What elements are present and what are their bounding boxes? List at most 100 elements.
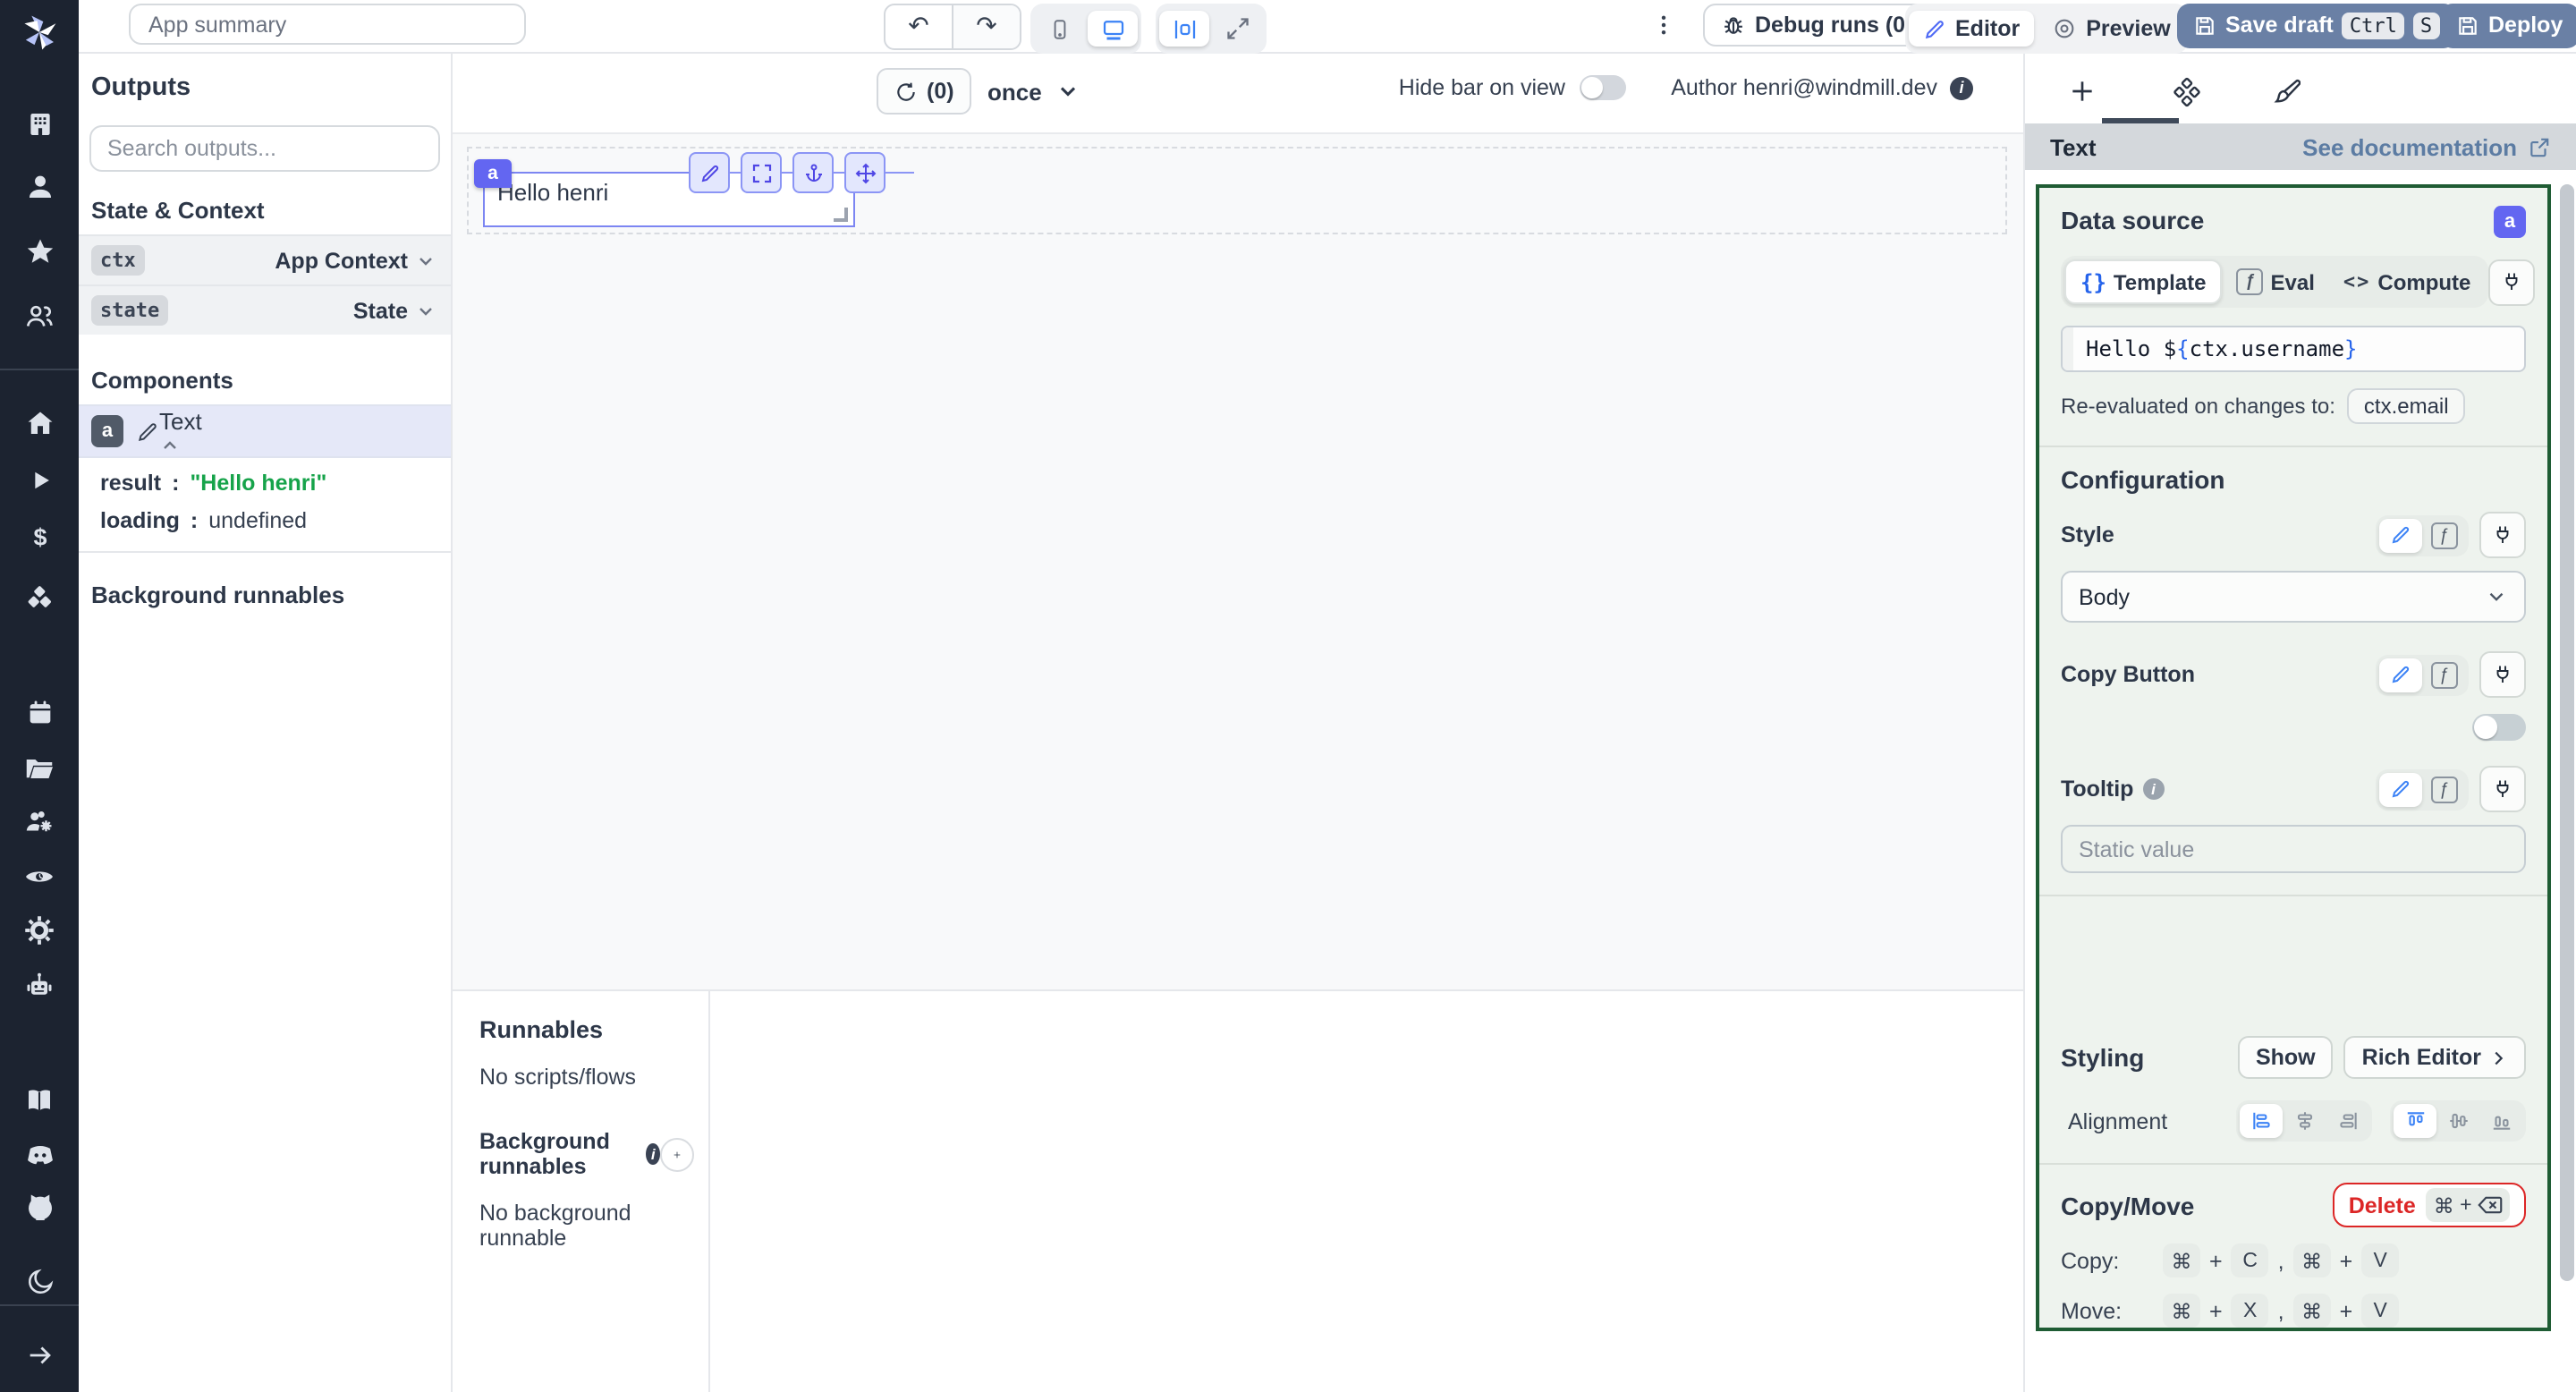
canvas-grid[interactable]: Hello henri a xyxy=(451,132,2023,938)
windmill-app-editor: $ App summary ↶ ↷ Debug runs (0) Editor … xyxy=(0,0,2576,1392)
cmd-key: ⌘ xyxy=(2163,1294,2200,1328)
hide-bar-toggle[interactable] xyxy=(1580,75,1626,100)
connect-plug-icon[interactable] xyxy=(2488,259,2536,305)
info-icon[interactable]: i xyxy=(646,1143,660,1165)
refresh-runs-button[interactable]: (0) xyxy=(877,68,972,115)
redo-button[interactable]: ↷ xyxy=(952,5,1020,48)
sidebar-divider xyxy=(0,369,79,370)
groups-settings-icon[interactable] xyxy=(0,805,79,837)
anchor-icon[interactable] xyxy=(792,152,834,193)
add-background-runnable-button[interactable] xyxy=(660,1137,694,1171)
eval-function-icon[interactable]: ƒ xyxy=(2422,658,2465,692)
mobile-view-button[interactable] xyxy=(1034,11,1084,47)
center-content-button[interactable] xyxy=(1159,11,1209,47)
schedules-calendar-icon[interactable] xyxy=(0,698,79,728)
align-middle-icon[interactable] xyxy=(2436,1104,2479,1138)
discord-icon[interactable] xyxy=(0,1138,79,1172)
connect-plug-icon[interactable] xyxy=(2479,512,2526,558)
star-icon[interactable] xyxy=(0,236,79,267)
info-icon[interactable]: i xyxy=(2142,778,2165,800)
background-empty-text: No background runnable xyxy=(479,1201,631,1251)
play-runs-icon[interactable] xyxy=(0,465,79,496)
docs-book-icon[interactable] xyxy=(0,1084,79,1116)
connect-plug-icon[interactable] xyxy=(2479,651,2526,698)
desktop-view-button[interactable] xyxy=(1088,11,1138,47)
align-bottom-icon[interactable] xyxy=(2479,1104,2522,1138)
template-editor[interactable]: Hello ${ctx.username} xyxy=(2061,326,2526,372)
tab-global-styling-icon[interactable] xyxy=(2247,68,2326,115)
align-top-icon[interactable] xyxy=(2394,1104,2436,1138)
edit-id-pencil-icon[interactable] xyxy=(136,420,159,443)
static-pencil-icon[interactable] xyxy=(2379,772,2422,806)
tab-insert-plus-icon[interactable] xyxy=(2043,68,2122,115)
prop-loading-row[interactable]: loading : undefined xyxy=(100,508,451,533)
deploy-button[interactable]: Deploy xyxy=(2440,3,2576,47)
static-pencil-icon[interactable] xyxy=(2379,658,2422,692)
github-icon[interactable] xyxy=(0,1190,79,1224)
reeval-target-chip[interactable]: ctx.email xyxy=(2347,388,2465,424)
tooltip-input[interactable] xyxy=(2061,825,2526,873)
tab-template[interactable]: {} Template xyxy=(2064,259,2223,304)
copy-button-toggle[interactable] xyxy=(2472,714,2526,741)
eval-function-icon[interactable]: ƒ xyxy=(2422,518,2465,552)
expand-sidebar-arrow-icon[interactable] xyxy=(0,1340,79,1371)
windmill-logo-icon[interactable] xyxy=(0,9,79,55)
user-icon[interactable] xyxy=(0,172,79,202)
more-options-kebab-icon[interactable] xyxy=(1649,4,1678,47)
c-key: C xyxy=(2231,1243,2269,1277)
style-select[interactable]: Body xyxy=(2061,571,2526,623)
component-row-a[interactable]: a Text xyxy=(79,404,451,458)
user-group-icon[interactable] xyxy=(0,301,79,333)
workspace-building-icon[interactable] xyxy=(0,109,79,140)
prop-value: undefined xyxy=(208,508,308,533)
app-summary-input[interactable] xyxy=(129,4,526,45)
edit-pencil-icon[interactable] xyxy=(689,152,730,193)
settings-gear-icon[interactable] xyxy=(0,914,79,946)
state-label: State xyxy=(352,298,408,323)
folders-icon[interactable] xyxy=(0,751,79,784)
home-icon[interactable] xyxy=(0,408,79,438)
resize-handle[interactable] xyxy=(834,208,848,222)
undo-redo-group: ↶ ↷ xyxy=(884,4,1021,50)
eval-function-icon[interactable]: ƒ xyxy=(2422,772,2465,806)
debug-runs-button[interactable]: Debug runs (0) xyxy=(1703,4,1931,47)
resources-cubes-icon[interactable] xyxy=(0,583,79,615)
show-styling-button[interactable]: Show xyxy=(2237,1036,2334,1079)
cmd-key: ⌘ xyxy=(2163,1243,2200,1277)
state-badge: state xyxy=(91,295,169,326)
delete-component-button[interactable]: Delete ⌘ + xyxy=(2332,1183,2526,1227)
audit-eye-icon[interactable] xyxy=(0,861,79,893)
save-draft-button[interactable]: Save draft Ctrl S xyxy=(2177,3,2456,47)
tab-eval[interactable]: ƒ Eval xyxy=(2223,261,2329,302)
dollar-variables-icon[interactable]: $ xyxy=(0,522,79,553)
workers-robot-icon[interactable] xyxy=(0,970,79,1002)
dark-mode-moon-icon[interactable] xyxy=(0,1267,79,1297)
component-id-badge: a xyxy=(2494,206,2526,238)
prop-result-row[interactable]: result : "Hello henri" xyxy=(100,471,451,496)
align-left-icon[interactable] xyxy=(2240,1104,2283,1138)
panel-scrollbar[interactable] xyxy=(2560,184,2574,1281)
info-icon[interactable]: i xyxy=(1950,76,1973,99)
static-pencil-icon[interactable] xyxy=(2379,518,2422,552)
rich-editor-button[interactable]: Rich Editor xyxy=(2343,1036,2526,1079)
ctrl-key: Ctrl xyxy=(2342,12,2404,38)
expand-icon[interactable] xyxy=(741,152,782,193)
save-draft-group: Save draft Ctrl S xyxy=(2177,3,2456,47)
move-icon[interactable] xyxy=(844,152,886,193)
connect-plug-icon[interactable] xyxy=(2479,766,2526,812)
tab-editor[interactable]: Editor xyxy=(1909,11,2035,47)
fullscreen-expand-button[interactable] xyxy=(1213,11,1263,47)
tab-preview[interactable]: Preview xyxy=(2038,11,2185,47)
undo-button[interactable]: ↶ xyxy=(886,5,952,48)
output-row-state[interactable]: state State xyxy=(79,284,451,335)
search-outputs-input[interactable] xyxy=(89,125,440,172)
align-right-icon[interactable] xyxy=(2326,1104,2368,1138)
output-row-ctx[interactable]: ctx App Context xyxy=(79,234,451,284)
prop-key: result xyxy=(100,471,162,496)
refresh-mode-dropdown[interactable]: once xyxy=(987,68,1081,115)
see-documentation-link[interactable]: See documentation xyxy=(2302,133,2551,160)
align-center-h-icon[interactable] xyxy=(2283,1104,2326,1138)
tab-compute[interactable]: <> Compute xyxy=(2329,261,2486,302)
state-context-title: State & Context xyxy=(91,197,265,224)
tab-component-settings-icon[interactable] xyxy=(2147,68,2225,115)
